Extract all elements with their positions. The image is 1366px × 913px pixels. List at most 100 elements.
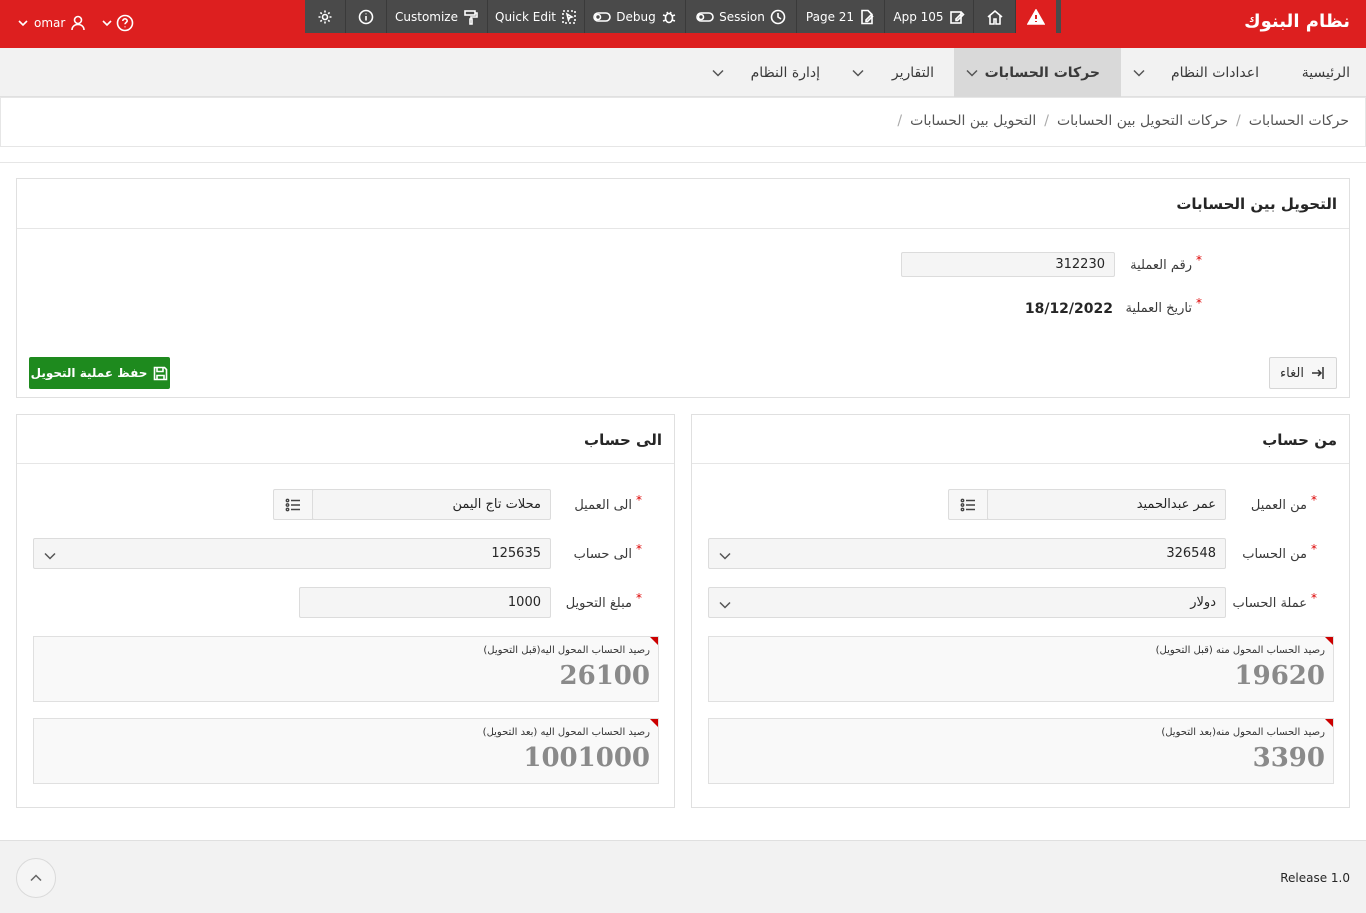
save-transfer-button[interactable]: حفظ عملية التحويل bbox=[29, 357, 170, 389]
user-icon bbox=[71, 15, 86, 31]
from-account-label: *من الحساب bbox=[1242, 542, 1317, 562]
op-number-input[interactable] bbox=[911, 257, 1105, 272]
toolbar-session-label: Session bbox=[719, 9, 765, 24]
app-title[interactable]: نظام البنوك bbox=[1244, 11, 1350, 32]
required-marker bbox=[650, 637, 658, 645]
op-number-label: *رقم العملية bbox=[1130, 253, 1202, 273]
required-marker bbox=[1325, 637, 1333, 645]
breadcrumb-separator: / bbox=[1236, 113, 1241, 129]
scroll-top-button[interactable] bbox=[16, 858, 56, 898]
menu-item-system-admin[interactable]: إدارة النظام bbox=[751, 48, 820, 97]
list-icon bbox=[285, 498, 300, 511]
required-marker bbox=[650, 719, 658, 727]
cancel-button[interactable]: الغاء bbox=[1269, 357, 1337, 389]
to-account-value: 125635 bbox=[491, 546, 541, 561]
warning-icon bbox=[1027, 8, 1045, 25]
to-account-label: *الى حساب bbox=[573, 542, 642, 562]
region-title: التحويل بين الحسابات bbox=[1176, 195, 1337, 213]
menu-system-admin-dropdown[interactable] bbox=[700, 48, 736, 97]
from-customer-lov-button[interactable] bbox=[948, 489, 988, 520]
developer-toolbar: Customize Quick Edit Debug Session Page … bbox=[305, 0, 1061, 33]
region-header-divider bbox=[17, 228, 1349, 229]
toolbar-app-label: App 105 bbox=[893, 9, 944, 24]
user-menu[interactable]: omar bbox=[18, 15, 86, 31]
toolbar-settings-button[interactable] bbox=[305, 0, 346, 33]
app-header: نظام البنوك Customize Quick Edit Debug S… bbox=[0, 0, 1366, 48]
edit-page-icon bbox=[861, 9, 874, 24]
chevron-down-icon bbox=[44, 549, 56, 564]
from-account-value: 326548 bbox=[1166, 546, 1216, 561]
toolbar-info-button[interactable] bbox=[346, 0, 387, 33]
to-customer-input[interactable] bbox=[322, 497, 541, 512]
info-icon bbox=[358, 9, 374, 24]
amount-field[interactable] bbox=[299, 587, 551, 618]
release-version: Release 1.0 bbox=[1280, 871, 1350, 885]
menu-item-system-settings[interactable]: اعدادات النظام bbox=[1171, 48, 1259, 97]
chevron-down-icon bbox=[712, 69, 724, 77]
to-account-select[interactable]: 125635 bbox=[33, 538, 551, 569]
toolbar-quick-edit-label: Quick Edit bbox=[495, 9, 556, 24]
toolbar-customize-label: Customize bbox=[395, 9, 458, 24]
breadcrumb-item[interactable]: حركات التحويل بين الحسابات bbox=[1057, 113, 1228, 129]
menu-item-account-transactions-label: حركات الحسابات bbox=[984, 64, 1100, 81]
page-footer: Release 1.0 bbox=[0, 840, 1366, 913]
amount-input[interactable] bbox=[309, 595, 541, 610]
toolbar-home-button[interactable] bbox=[974, 0, 1016, 33]
toolbar-page-button[interactable]: Page 21 bbox=[797, 0, 885, 33]
toolbar-customize-button[interactable]: Customize bbox=[387, 0, 488, 33]
to-balance-after-value: 1001000 bbox=[523, 743, 650, 773]
cancel-label: الغاء bbox=[1280, 365, 1304, 381]
op-number-field[interactable] bbox=[901, 252, 1115, 277]
toggle-icon bbox=[593, 11, 612, 22]
chevron-up-icon bbox=[30, 874, 42, 882]
toggle-icon bbox=[696, 11, 714, 22]
from-balance-after-box: رصيد الحساب المحول منه(بعد التحويل) 3390 bbox=[708, 718, 1334, 784]
from-customer-input[interactable] bbox=[997, 497, 1216, 512]
menu-item-reports[interactable]: التقارير bbox=[892, 48, 934, 97]
menu-item-home[interactable]: الرئيسية bbox=[1302, 48, 1350, 97]
to-customer-field[interactable] bbox=[312, 489, 551, 520]
edit-icon bbox=[949, 10, 965, 24]
menu-reports-dropdown[interactable] bbox=[840, 48, 876, 97]
region-title: من حساب bbox=[1262, 431, 1337, 449]
to-balance-before-value: 26100 bbox=[559, 661, 650, 691]
to-customer-label: *الى العميل bbox=[574, 493, 642, 513]
paint-roller-icon bbox=[464, 9, 478, 25]
chevron-down-icon bbox=[719, 598, 731, 613]
from-balance-before-box: رصيد الحساب المحول منه (قبل التحويل) 196… bbox=[708, 636, 1334, 702]
currency-value: دولار bbox=[1190, 595, 1216, 610]
help-icon bbox=[116, 14, 134, 32]
from-customer-field[interactable] bbox=[987, 489, 1226, 520]
transfer-region: التحويل بين الحسابات *رقم العملية *تاريخ… bbox=[16, 178, 1350, 398]
breadcrumb-item[interactable]: حركات الحسابات bbox=[1249, 113, 1349, 129]
save-icon bbox=[154, 366, 168, 380]
help-menu[interactable] bbox=[102, 14, 134, 32]
from-balance-after-label: رصيد الحساب المحول منه(بعد التحويل) bbox=[1161, 727, 1325, 738]
from-balance-before-value: 19620 bbox=[1234, 661, 1325, 691]
divider bbox=[0, 162, 1366, 163]
menu-account-transactions-dropdown[interactable] bbox=[954, 48, 990, 97]
save-transfer-label: حفظ عملية التحويل bbox=[30, 366, 148, 380]
from-balance-after-value: 3390 bbox=[1252, 743, 1325, 773]
from-account-select[interactable]: 326548 bbox=[708, 538, 1226, 569]
from-account-region: من حساب *من العميل *من الحساب 326548 *عم… bbox=[691, 414, 1350, 808]
breadcrumb-current: التحويل بين الحسابات bbox=[910, 113, 1037, 129]
to-customer-lov-button[interactable] bbox=[273, 489, 313, 520]
currency-select[interactable]: دولار bbox=[708, 587, 1226, 618]
exit-icon bbox=[1311, 367, 1324, 379]
toolbar-warning-button[interactable] bbox=[1016, 0, 1056, 33]
region-title: الى حساب bbox=[584, 431, 662, 449]
to-balance-before-box: رصيد الحساب المحول اليه(قبل التحويل) 261… bbox=[33, 636, 659, 702]
bug-icon bbox=[662, 11, 675, 23]
main-menu-bar: الرئيسية اعدادات النظام حركات الحسابات ا… bbox=[0, 48, 1366, 97]
chevron-down-icon bbox=[966, 69, 978, 77]
toolbar-debug-button[interactable]: Debug bbox=[585, 0, 686, 33]
toolbar-quick-edit-button[interactable]: Quick Edit bbox=[488, 0, 585, 33]
toolbar-session-button[interactable]: Session bbox=[686, 0, 797, 33]
list-icon bbox=[960, 498, 975, 511]
breadcrumb-separator: / bbox=[897, 113, 903, 129]
currency-label: *عملة الحساب bbox=[1232, 591, 1317, 611]
required-marker bbox=[1325, 719, 1333, 727]
toolbar-app-button[interactable]: App 105 bbox=[885, 0, 974, 33]
menu-system-settings-dropdown[interactable] bbox=[1121, 48, 1157, 97]
